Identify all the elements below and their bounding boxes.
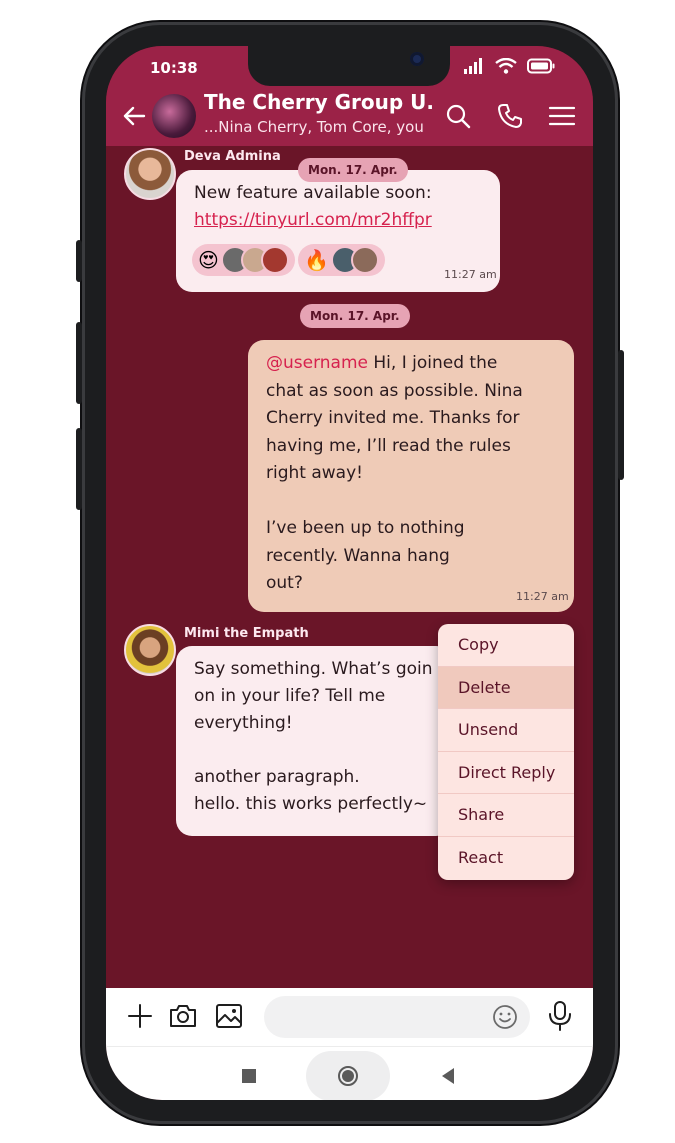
home-icon <box>338 1066 358 1086</box>
menu-item-unsend[interactable]: Unsend <box>438 709 574 752</box>
message-input[interactable] <box>264 996 530 1038</box>
signal-icon <box>464 58 482 74</box>
plus-icon[interactable] <box>126 1002 154 1030</box>
date-separator: Mon. 17. Apr. <box>300 304 410 328</box>
heart-eyes-emoji-icon: 😍 <box>198 248 219 272</box>
volume-down-button <box>76 428 82 510</box>
back-triangle-icon[interactable] <box>440 1067 456 1085</box>
microphone-icon[interactable] <box>546 1000 574 1032</box>
search-icon[interactable] <box>444 102 472 130</box>
message-time: 11:27 am <box>444 268 497 281</box>
reaction-heart-eyes[interactable]: 😍 <box>192 244 295 276</box>
message-line: everything! <box>194 713 293 733</box>
message-line: Say something. What’s goin <box>194 659 433 679</box>
reactor-avatar <box>350 246 379 274</box>
camera-icon <box>410 52 424 66</box>
message-bubble[interactable]: Say something. What’s goin on in your li… <box>176 646 452 836</box>
message-line: recently. Wanna hang <box>266 545 450 566</box>
back-arrow-icon[interactable] <box>120 102 148 130</box>
fire-emoji-icon: 🔥 <box>304 248 329 272</box>
mention-tag[interactable]: @username <box>266 353 368 373</box>
message-line: another paragraph. <box>194 767 360 787</box>
menu-item-react[interactable]: React <box>438 837 574 880</box>
menu-item-copy[interactable]: Copy <box>438 624 574 667</box>
message-line: on in your life? Tell me <box>194 686 386 706</box>
menu-icon[interactable] <box>548 102 576 130</box>
sender-name[interactable]: Deva Admina <box>184 149 281 164</box>
image-gallery-icon[interactable] <box>214 1001 244 1031</box>
avatar-deva[interactable] <box>124 148 176 200</box>
wifi-icon <box>495 58 517 74</box>
phone-screen: 10:38 The Cherry Group U... ...Nina Cher… <box>106 46 593 1100</box>
recents-icon[interactable] <box>242 1069 256 1083</box>
message-line: Hi, I joined the <box>368 353 498 373</box>
message-context-menu: Copy Delete Unsend Direct Reply Share Re… <box>438 624 574 880</box>
menu-item-share[interactable]: Share <box>438 794 574 837</box>
camera-icon[interactable] <box>168 1001 198 1031</box>
mute-switch <box>76 240 82 282</box>
message-line: hello. this works perfectly~ <box>194 794 428 814</box>
phone-call-icon[interactable] <box>496 102 524 130</box>
status-time: 10:38 <box>150 59 198 77</box>
battery-icon <box>527 58 555 74</box>
outgoing-message-bubble[interactable]: @username Hi, I joined the chat as soon … <box>248 340 574 612</box>
message-line: out? <box>266 573 303 593</box>
message-line: right away! <box>266 463 363 483</box>
message-line: Cherry invited me. Thanks for <box>266 408 520 428</box>
status-icons <box>463 58 555 74</box>
camera-notch <box>248 46 450 86</box>
avatar-mimi[interactable] <box>124 624 176 676</box>
menu-item-direct-reply[interactable]: Direct Reply <box>438 752 574 795</box>
volume-up-button <box>76 322 82 404</box>
message-line: I’ve been up to nothing <box>266 518 465 538</box>
message-text: New feature available soon: <box>194 183 432 203</box>
system-nav-bar <box>106 1046 593 1100</box>
message-time: 11:27 am <box>516 590 569 603</box>
reactor-avatar <box>260 246 289 274</box>
date-pill: Mon. 17. Apr. <box>298 158 408 182</box>
reaction-fire[interactable]: 🔥 <box>298 244 385 276</box>
chat-title[interactable]: The Cherry Group U... <box>204 90 434 114</box>
menu-item-delete[interactable]: Delete <box>438 666 574 710</box>
compose-bar <box>106 988 593 1046</box>
sender-name[interactable]: Mimi the Empath <box>184 626 309 641</box>
message-link[interactable]: https://tinyurl.com/mr2hffpr <box>194 210 432 230</box>
chat-members: ...Nina Cherry, Tom Core, you <box>204 118 424 136</box>
emoji-icon[interactable] <box>492 1004 518 1030</box>
group-avatar[interactable] <box>152 94 196 138</box>
power-button <box>618 350 624 480</box>
message-line: having me, I’ll read the rules <box>266 435 511 456</box>
message-line: chat as soon as possible. Nina <box>266 380 523 401</box>
home-button[interactable] <box>306 1051 390 1100</box>
